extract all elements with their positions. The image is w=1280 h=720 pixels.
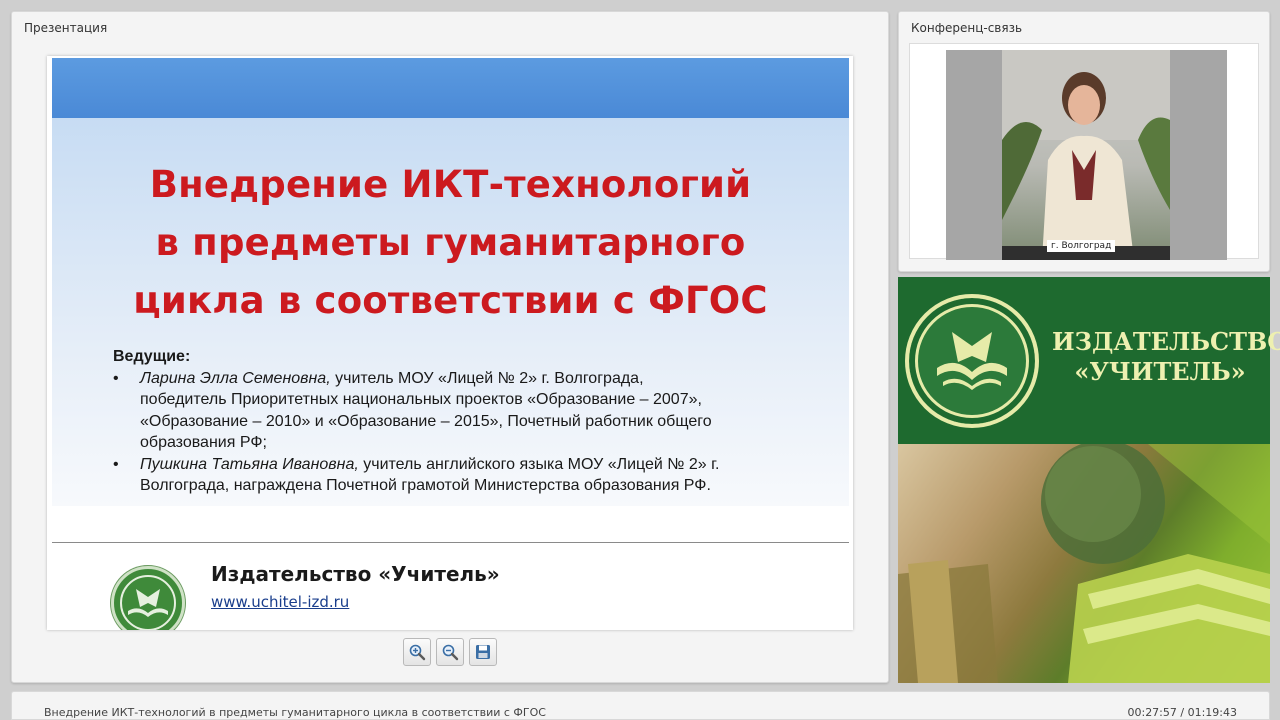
host-description: учитель английского языка МОУ «Лицей № 2… — [358, 455, 720, 473]
host-line: Пушкина Татьяна Ивановна, учитель англий… — [140, 454, 803, 476]
video-container: г. Волгоград — [909, 43, 1259, 260]
slide-publisher-name: Издательство «Учитель» — [211, 562, 500, 586]
hosts-section: Ведущие: • Ларина Элла Семеновна, учител… — [113, 346, 803, 497]
banner-header: ИЗДАТЕЛЬСТВО «УЧИТЕЛЬ» — [898, 277, 1280, 444]
banner-line: ИЗДАТЕЛЬСТВО — [1052, 327, 1280, 356]
save-button[interactable] — [469, 638, 497, 666]
slide-title-line: в предметы гуманитарного — [155, 221, 746, 264]
host-line: Ларина Элла Семеновна, учитель МОУ «Лице… — [140, 368, 803, 390]
slide-divider — [52, 542, 849, 543]
slide-title-line: цикла в соответствии с ФГОС — [133, 279, 768, 322]
banner-text: ИЗДАТЕЛЬСТВО «УЧИТЕЛЬ» — [1052, 327, 1280, 387]
slide: Внедрение ИКТ-технологий в предметы гума… — [47, 56, 853, 630]
bullet: • — [113, 369, 119, 387]
bullet: • — [113, 455, 119, 473]
video-caption: г. Волгоград — [1047, 240, 1116, 252]
slide-title: Внедрение ИКТ-технологий в предметы гума… — [52, 156, 849, 330]
host-name: Ларина Элла Семеновна, — [140, 369, 331, 387]
zoom-in-icon — [409, 644, 426, 661]
conference-panel-title: Конференц-связь — [911, 21, 1023, 35]
banner-line: «УЧИТЕЛЬ» — [1074, 357, 1246, 386]
banner-image — [898, 444, 1270, 683]
presentation-panel: Презентация Внедрение ИКТ-технологий в п… — [11, 11, 889, 683]
status-title: Внедрение ИКТ-технологий в предметы гума… — [44, 706, 546, 719]
slide-header-band — [52, 58, 849, 118]
video-feed[interactable]: г. Волгоград — [946, 50, 1227, 260]
book-emblem-icon — [120, 575, 176, 630]
banner-emblem — [905, 294, 1039, 428]
slide-title-line: Внедрение ИКТ-технологий — [149, 163, 752, 206]
playback-time: 00:27:57 / 01:19:43 — [1127, 706, 1237, 719]
host-description: учитель МОУ «Лицей № 2» г. Волгограда, — [330, 369, 644, 387]
publisher-banner[interactable]: ИЗДАТЕЛЬСТВО «УЧИТЕЛЬ» — [898, 277, 1280, 683]
host-name: Пушкина Татьяна Ивановна, — [140, 455, 359, 473]
host-line: образования РФ; — [140, 434, 267, 451]
zoom-out-button[interactable] — [436, 638, 464, 666]
zoom-in-button[interactable] — [403, 638, 431, 666]
presenter-video-icon — [1002, 50, 1170, 260]
host-line: «Образование – 2010» и «Образование – 20… — [140, 412, 712, 430]
book-emblem-icon — [937, 332, 1007, 390]
zoom-out-icon — [442, 644, 459, 661]
host-line: Волгограда, награждена Почетной грамотой… — [140, 477, 711, 494]
publisher-link[interactable]: www.uchitel-izd.ru — [211, 593, 349, 611]
host-line: победитель Приоритетных национальных про… — [140, 391, 702, 408]
publisher-logo — [111, 566, 185, 630]
conference-panel: Конференц-связь г. Волгоград — [898, 11, 1270, 272]
floppy-disk-icon — [476, 645, 490, 659]
status-bar: Внедрение ИКТ-технологий в предметы гума… — [11, 691, 1270, 720]
presentation-panel-title: Презентация — [24, 21, 108, 35]
host-item: • Ларина Элла Семеновна, учитель МОУ «Ли… — [113, 368, 803, 454]
hosts-label: Ведущие: — [113, 348, 191, 365]
books-and-globe-icon — [898, 444, 1270, 683]
video-scene — [1002, 50, 1170, 260]
host-item: • Пушкина Татьяна Ивановна, учитель англ… — [113, 454, 803, 497]
